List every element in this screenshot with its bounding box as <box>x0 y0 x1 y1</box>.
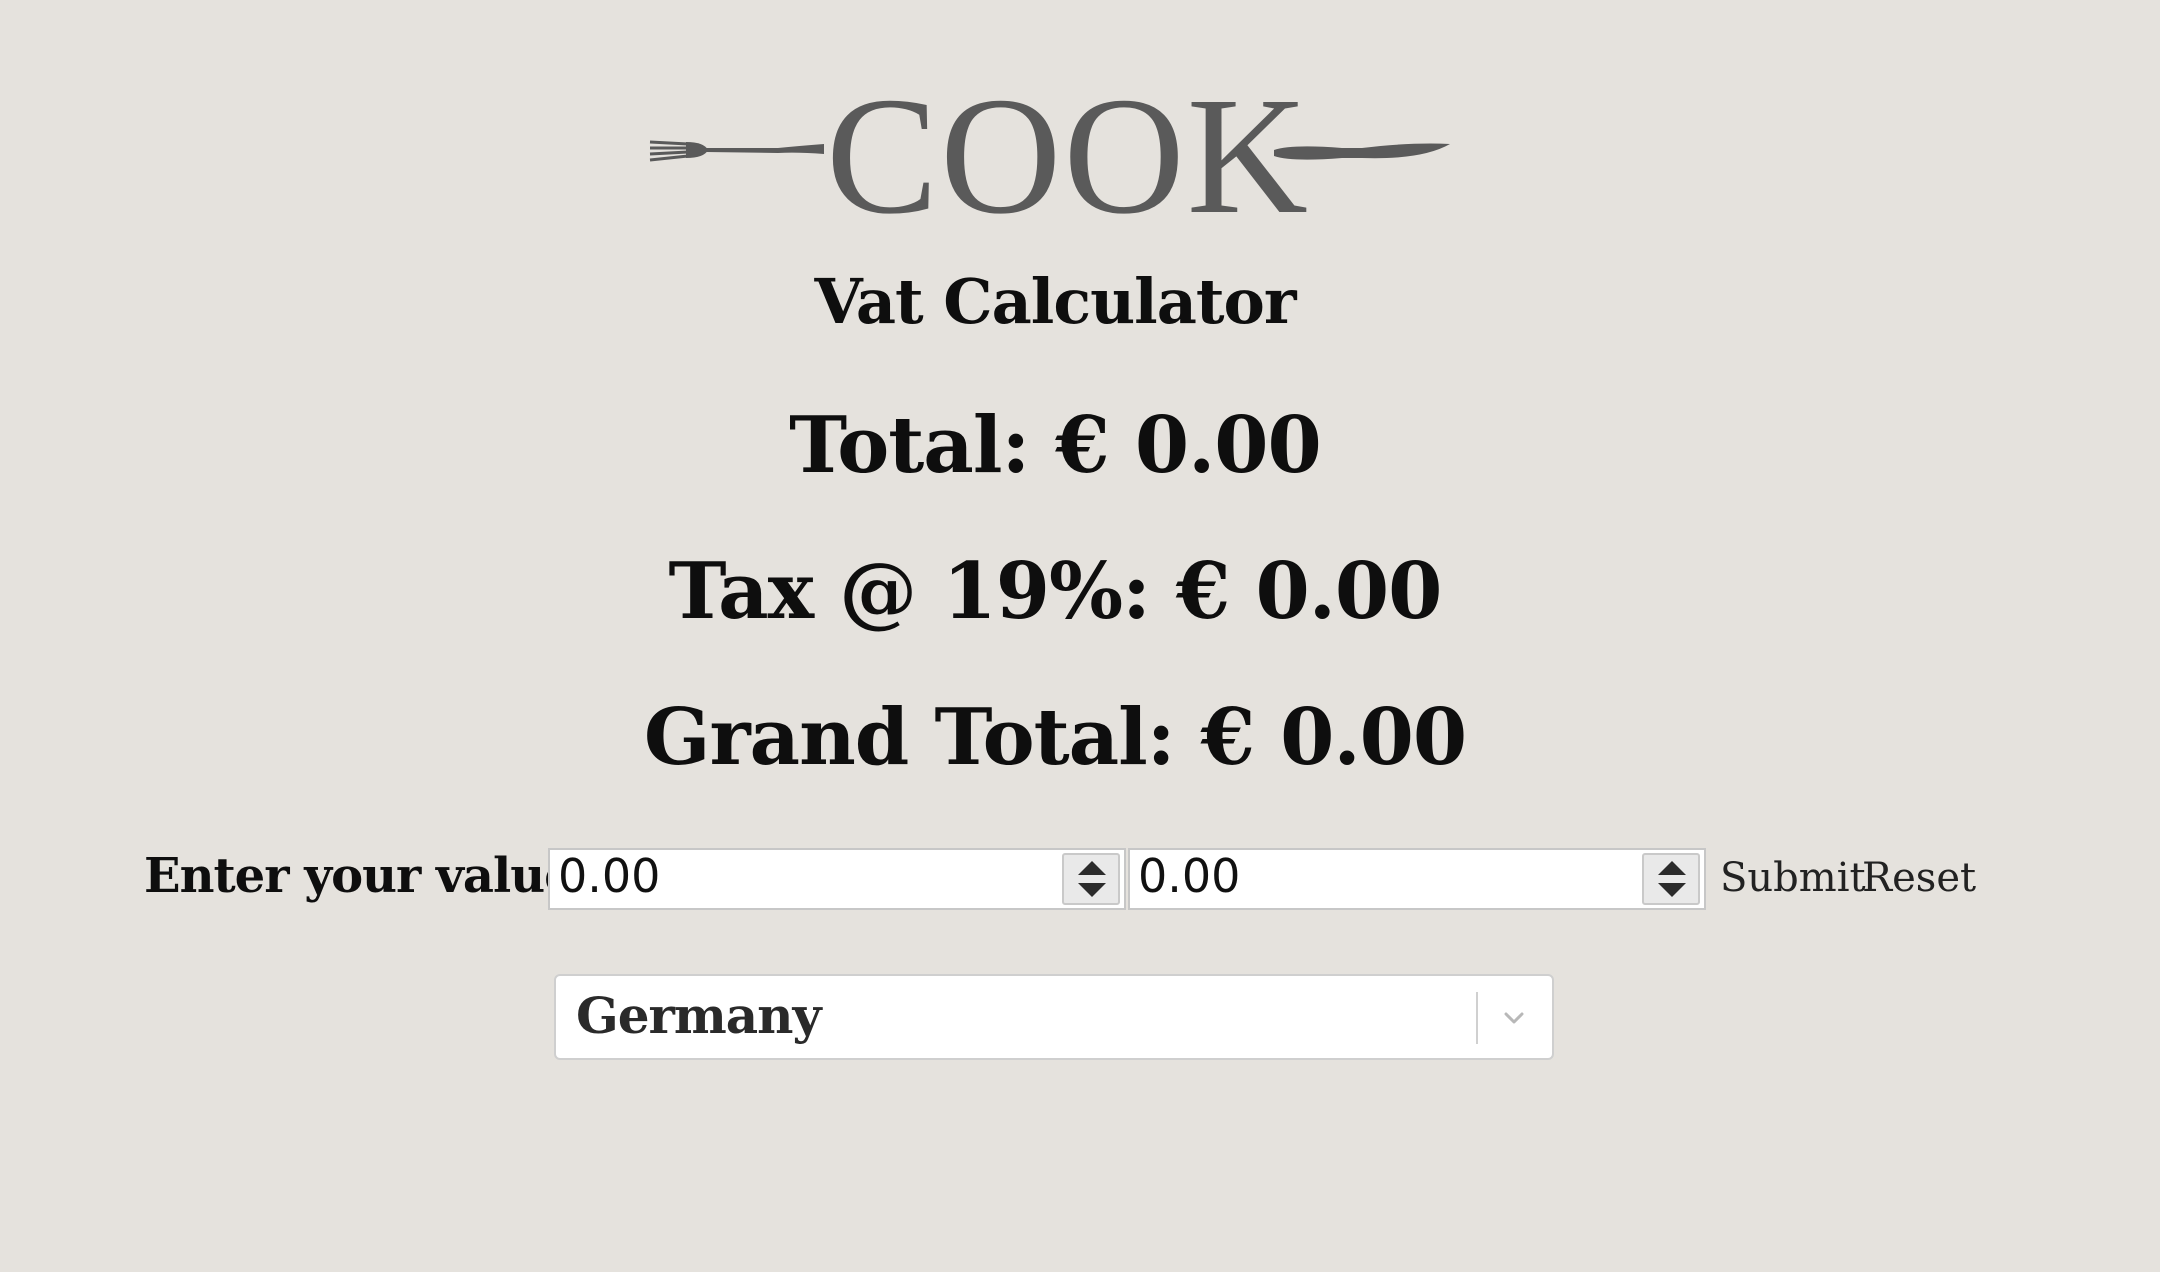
spinner-down-icon[interactable] <box>1658 883 1686 897</box>
value-input-2[interactable]: 0.00 <box>1128 848 1706 910</box>
value-input-1-spinner[interactable] <box>1062 853 1120 905</box>
value-input-2-text: 0.00 <box>1138 849 1241 903</box>
grand-total-display: Grand Total: € 0.00 <box>643 692 1467 783</box>
spinner-up-icon[interactable] <box>1658 861 1686 875</box>
value-input-1-text: 0.00 <box>558 849 661 903</box>
cook-logo: COOK <box>648 72 1452 240</box>
reset-button[interactable]: Reset <box>1862 852 1976 904</box>
country-select[interactable]: Germany <box>554 974 1554 1060</box>
total-display: Total: € 0.00 <box>789 400 1322 491</box>
knife-icon <box>1274 143 1450 160</box>
country-select-value: Germany <box>576 986 822 1045</box>
value-input-2-spinner[interactable] <box>1642 853 1700 905</box>
select-divider <box>1476 992 1478 1044</box>
app-title: Vat Calculator <box>814 265 1296 338</box>
values-label: Enter your values: <box>144 848 617 904</box>
spinner-up-icon[interactable] <box>1078 861 1106 875</box>
value-input-1[interactable]: 0.00 <box>548 848 1126 910</box>
fork-icon <box>649 140 824 162</box>
logo-text: COOK <box>826 63 1311 249</box>
submit-button[interactable]: Submit <box>1720 852 1866 904</box>
tax-display: Tax @ 19%: € 0.00 <box>668 546 1443 637</box>
spinner-down-icon[interactable] <box>1078 883 1106 897</box>
chevron-down-icon[interactable] <box>1494 998 1534 1038</box>
